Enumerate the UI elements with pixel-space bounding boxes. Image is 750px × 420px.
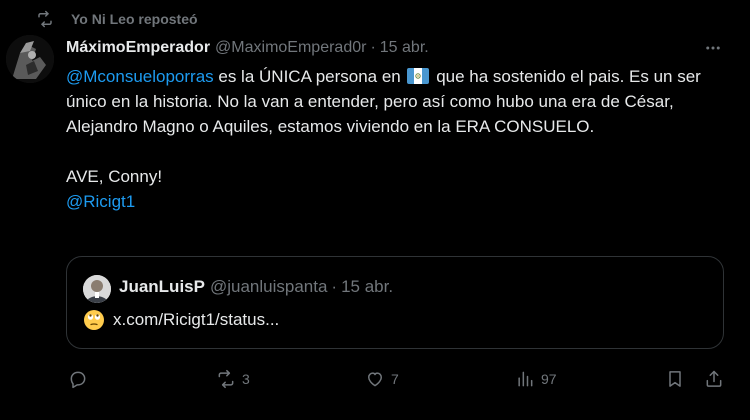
like-count: 7: [391, 371, 399, 387]
quoted-post-card[interactable]: JuanLuisP @juanluispanta · 15 abr. x.com…: [66, 256, 724, 349]
like-button[interactable]: 7: [365, 367, 399, 391]
post-body: @Mconsueloporras es la ÚNICA persona en …: [66, 64, 706, 214]
quoted-author-name: JuanLuisP: [119, 277, 205, 296]
reply-icon: [70, 371, 86, 389]
separator-dot: ·: [331, 277, 338, 296]
quoted-post-header: JuanLuisP @juanluispanta · 15 abr.: [119, 277, 393, 297]
more-button[interactable]: [702, 37, 724, 59]
post-text: AVE, Conny!: [66, 167, 163, 186]
separator-dot: ·: [370, 39, 376, 56]
author-avatar[interactable]: [6, 35, 54, 83]
repost-icon: [38, 10, 52, 28]
post-date[interactable]: 15 abr.: [380, 39, 429, 57]
heart-icon: [368, 372, 382, 387]
quoted-author-handle: @juanluispanta: [209, 277, 328, 296]
repost-text: Yo Ni Leo reposteó: [71, 11, 198, 27]
mention-link[interactable]: @Mconsueloporras: [66, 67, 214, 86]
quoted-post-link[interactable]: x.com/Ricigt1/status...: [113, 310, 279, 330]
quoted-post-body: x.com/Ricigt1/status...: [83, 309, 279, 331]
quoted-post-date: 15 abr.: [341, 277, 394, 296]
bookmark-button[interactable]: [665, 367, 685, 391]
quoted-author-avatar[interactable]: [83, 275, 111, 303]
repost-count: 3: [242, 371, 250, 387]
post-text: es la ÚNICA persona en: [213, 67, 406, 86]
mention-link[interactable]: @Ricigt1: [66, 192, 135, 211]
guatemala-flag-icon: [407, 68, 430, 84]
reply-button[interactable]: [68, 367, 88, 391]
share-icon: [706, 370, 722, 387]
author-handle[interactable]: @MaximoEmperad0r: [215, 39, 366, 57]
post-header: MáximoEmperador @MaximoEmperad0r · 15 ab…: [66, 37, 732, 59]
repost-icon: [218, 369, 234, 389]
more-icon: [706, 46, 720, 50]
face-with-rolling-eyes-icon: [84, 310, 104, 330]
repost-indicator[interactable]: Yo Ni Leo reposteó: [36, 9, 198, 29]
action-bar: 3 7 97: [66, 367, 732, 391]
repost-button[interactable]: 3: [216, 367, 250, 391]
views-icon: [518, 371, 533, 387]
views-button[interactable]: 97: [515, 367, 557, 391]
bookmark-icon: [669, 371, 681, 387]
views-count: 97: [541, 371, 557, 387]
share-button[interactable]: [704, 367, 724, 391]
author-name[interactable]: MáximoEmperador: [66, 39, 210, 57]
